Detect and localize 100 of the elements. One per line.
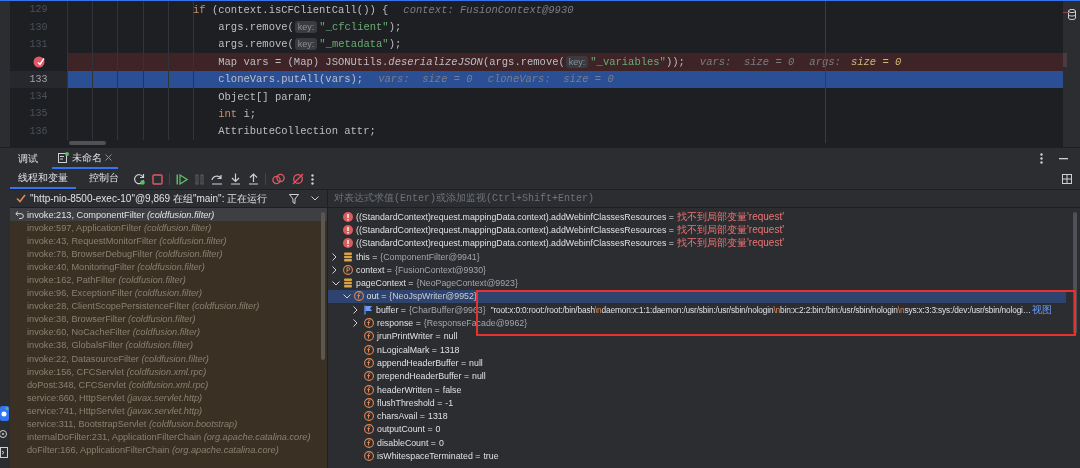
error-icon [343, 238, 353, 249]
stack-frame[interactable]: invoke:43, RequestMonitorFilter (coldfusion.filter) [10, 234, 327, 248]
inline-value: size = 0 [850, 55, 902, 68]
stack-frame[interactable]: invoke:96, ExceptionFilter (coldfusion.filter) [10, 286, 327, 300]
code-text: int i; [217, 107, 257, 120]
breakpoints-icon[interactable] [272, 173, 285, 185]
chevron-down-icon[interactable] [342, 293, 351, 299]
scrollbar[interactable] [69, 141, 106, 145]
stack-frame[interactable]: service:311, BootstrapServlet (coldfusion.bootstrap) [10, 417, 327, 431]
field-icon [364, 371, 374, 382]
variable-value: -1 [445, 397, 454, 408]
stack-frame[interactable]: invoke:60, NoCacheFilter (coldfusion.filter) [10, 325, 327, 339]
database-icon[interactable] [1068, 9, 1076, 20]
field-icon [364, 318, 374, 328]
chevron-right-icon[interactable] [332, 252, 337, 261]
session-tab[interactable]: 未命名 [52, 148, 118, 169]
inline-value: vars: size = 0 [699, 55, 795, 68]
parameter-icon [343, 264, 353, 275]
chevron-right-icon[interactable] [332, 265, 337, 274]
breakpoint-icon[interactable] [32, 55, 45, 68]
resume-icon[interactable] [176, 173, 188, 185]
variable-value: 找不到局部变量'request' [676, 209, 785, 224]
step-over-icon[interactable] [211, 173, 223, 185]
code-text: "_variables")); [590, 55, 685, 68]
step-into-icon[interactable] [230, 173, 241, 185]
chevron-down-icon[interactable] [332, 280, 340, 286]
stack-frame[interactable]: doPost:348, CFCServlet (coldfusion.xml.rpc) [10, 378, 327, 392]
scrollbar[interactable] [1073, 212, 1077, 334]
stack-frame[interactable]: invoke:28, ClientScopePersistenceFilter (coldfusion.filter) [10, 299, 327, 313]
close-icon[interactable] [105, 154, 112, 161]
more-icon[interactable] [1040, 153, 1043, 164]
variable-value: 1318 [428, 411, 448, 422]
variable-value: false [442, 384, 462, 395]
parameter-hint: key: [565, 55, 589, 68]
inline-value: vars: size = 0 [378, 73, 473, 86]
variable-name: disableCount = [377, 437, 436, 448]
code-text: args.remove( [217, 38, 294, 51]
code-text: Map vars = (Map) JSONUtils.deserializeJSON(args.remove( [217, 55, 565, 68]
step-out-icon[interactable] [248, 173, 259, 185]
stack-frame[interactable]: invoke:156, CFCServlet (coldfusion.xml.rpc) [10, 365, 327, 379]
stack-frame[interactable]: service:741, HttpServlet (javax.servlet.http) [10, 404, 327, 418]
expression-field[interactable]: 对表达式求值(Enter)或添加监视(Ctrl+Shift+Enter) [328, 190, 1080, 207]
stack-frame[interactable]: service:660, HttpServlet (javax.servlet.http) [10, 391, 327, 405]
variable-name: isWhitespaceTerminated = [377, 451, 481, 461]
code-text: if (context.isCFClientCall()) { [192, 3, 389, 16]
debug-icon[interactable] [0, 406, 9, 421]
string-value: "root:x:0:0:root:/root:/bin/bash\ndaemon:x:1:1:daemon:/usr/sbin:/usr/sbin/nologin\nbin:x:2:2:bin:/bin:/usr/sbin/nologin\nsys:x:3:3:sys:/dev:/usr/sbin/nologi… [490, 304, 1031, 315]
variable-value: {FusionContext@9930} [394, 264, 487, 275]
mute-breakpoints-icon[interactable] [292, 173, 304, 185]
view-tab[interactable]: 控制台 [81, 169, 127, 189]
more-icon[interactable] [311, 173, 314, 185]
stack-frame[interactable]: invoke:38, GlobalsFilter (coldfusion.filter) [10, 338, 327, 353]
code-text: args.remove( [217, 21, 294, 34]
stack-frame[interactable]: invoke:213, ComponentFilter (coldfusion.filter) [10, 208, 327, 222]
view-tab[interactable]: 线程和变量 [10, 169, 76, 189]
variable-value: {NeoPageContext@9923} [416, 278, 518, 289]
variable-name: appendHeaderBuffer = [377, 357, 467, 368]
variable-name: response = [377, 318, 421, 328]
code-text: Object[] param; [217, 90, 313, 103]
stack-frame[interactable]: internalDoFilter:231, ApplicationFilterChain (org.apache.catalina.core) [10, 430, 327, 444]
variable-value: 找不到局部变量'request' [676, 222, 785, 237]
variable-value: null [472, 371, 486, 382]
variable-value: 1318 [439, 344, 460, 355]
variable-value: 0 [435, 424, 441, 435]
variable-name: headerWritten = [377, 384, 440, 395]
terminal-icon[interactable] [0, 447, 9, 458]
variable-name: ((StandardContext)request.mappingData.context).addWebinfClassesResources = [356, 224, 674, 235]
layout-icon[interactable] [1062, 174, 1072, 184]
error-icon [343, 211, 353, 222]
variable-name: nLogicalMark = [377, 344, 437, 355]
variable-value: null [443, 331, 458, 342]
stack-frame[interactable]: invoke:22, DatasourceFilter (coldfusion.filter) [10, 352, 327, 366]
stop-icon[interactable] [152, 173, 163, 185]
stack-frame[interactable]: invoke:78, BrowserDebugFilter (coldfusion.filter) [10, 247, 327, 261]
stack-frame[interactable]: doFilter:166, ApplicationFilterChain (org.apache.catalina.core) [10, 443, 327, 457]
minimize-icon[interactable] [1059, 157, 1068, 160]
chevron-down-icon[interactable] [311, 196, 319, 201]
rerun-icon[interactable] [133, 173, 145, 185]
variable-name: ((StandardContext)request.mappingData.context).addWebinfClassesResources = [356, 211, 674, 222]
gear-icon[interactable] [0, 429, 9, 439]
scrollbar[interactable] [321, 212, 325, 360]
chevron-right-icon[interactable] [353, 319, 358, 327]
variable-name: charsAvail = [377, 411, 425, 422]
view-link[interactable]: 视图 [1031, 302, 1052, 317]
chevron-right-icon[interactable] [353, 305, 358, 314]
code-text: "_metadata"); [319, 38, 402, 51]
stack-frame[interactable]: invoke:597, ApplicationFilter (coldfusion.filter) [10, 221, 327, 235]
stack-frame[interactable]: invoke:38, BrowserFilter (coldfusion.filter) [10, 312, 327, 326]
stack-frame[interactable]: invoke:40, MonitoringFilter (coldfusion.filter) [10, 260, 327, 274]
variable-name: outputCount = [377, 424, 433, 435]
panel-title: 调试 [18, 151, 38, 166]
field-icon [364, 424, 374, 435]
parameter-hint: key: [294, 38, 318, 51]
stack-frame[interactable]: invoke:162, PathFilter (coldfusion.filter) [10, 273, 327, 287]
variable-name: jrunPrintWriter = [377, 331, 441, 342]
field-icon [364, 357, 374, 368]
filter-icon[interactable] [289, 193, 299, 204]
code-text: AttributeCollection attr; [217, 125, 376, 138]
variable-name: prependHeaderBuffer = [377, 371, 470, 382]
inline-value: cloneVars: size = 0 [487, 73, 614, 86]
